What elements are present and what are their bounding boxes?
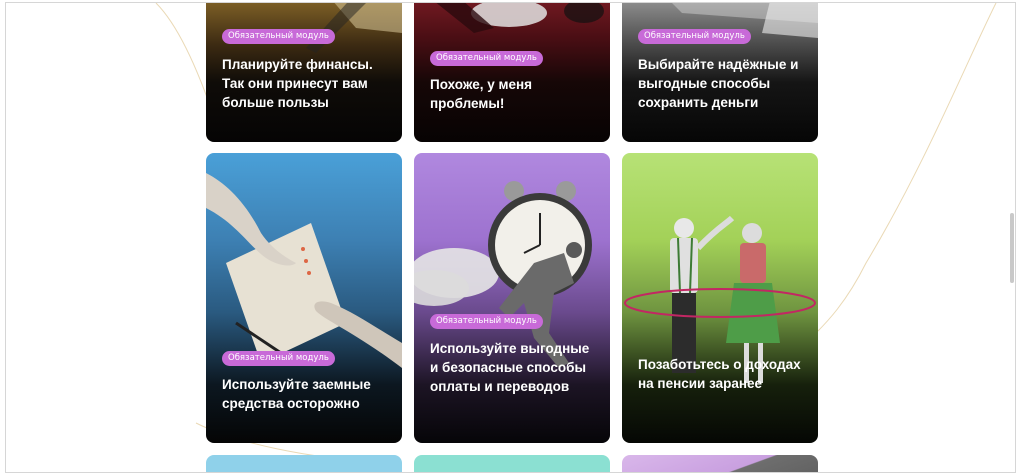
required-module-badge: Обязательный модуль (430, 314, 543, 329)
card-title: Используйте заемные средства осторожно (222, 377, 371, 411)
required-module-badge: Обязательный модуль (638, 29, 751, 44)
card-title: Используйте выгодные и безопасные способ… (430, 341, 590, 394)
vertical-scrollbar[interactable] (1007, 3, 1015, 472)
module-card-borrowed-funds[interactable]: Обязательный модуль Используйте заемные … (206, 153, 402, 443)
module-card-partial[interactable] (206, 455, 402, 472)
card-title: Позаботьтесь о доходах на пенсии заранее (638, 357, 801, 391)
card-title: Похоже, у меня проблемы! (430, 77, 533, 111)
module-card-pension[interactable]: Позаботьтесь о доходах на пенсии заранее (622, 153, 818, 443)
module-card-partial[interactable] (414, 455, 610, 472)
module-card-payments[interactable]: Обязательный модуль Используйте выгодные… (414, 153, 610, 443)
alarm-clock-runner-icon (414, 181, 592, 368)
module-card-partial[interactable] (622, 455, 818, 472)
required-module-badge: Обязательный модуль (430, 51, 543, 66)
card-title: Планируйте финансы. Так они принесут вам… (222, 57, 373, 110)
required-module-badge: Обязательный модуль (222, 351, 335, 366)
hands-object-image (436, 3, 604, 33)
browser-viewport: Обязательный модуль Планируйте финансы. … (5, 2, 1016, 473)
scrollbar-thumb[interactable] (1010, 213, 1014, 283)
module-card-save-money[interactable]: Обязательный модуль Выбирайте надёжные и… (622, 3, 818, 142)
elderly-couple-dancing-icon (624, 215, 816, 383)
module-card-having-problems[interactable]: Обязательный модуль Похоже, у меня пробл… (414, 3, 610, 142)
module-card-plan-finances[interactable]: Обязательный модуль Планируйте финансы. … (206, 3, 402, 142)
card-title: Выбирайте надёжные и выгодные способы со… (638, 57, 799, 110)
required-module-badge: Обязательный модуль (222, 29, 335, 44)
